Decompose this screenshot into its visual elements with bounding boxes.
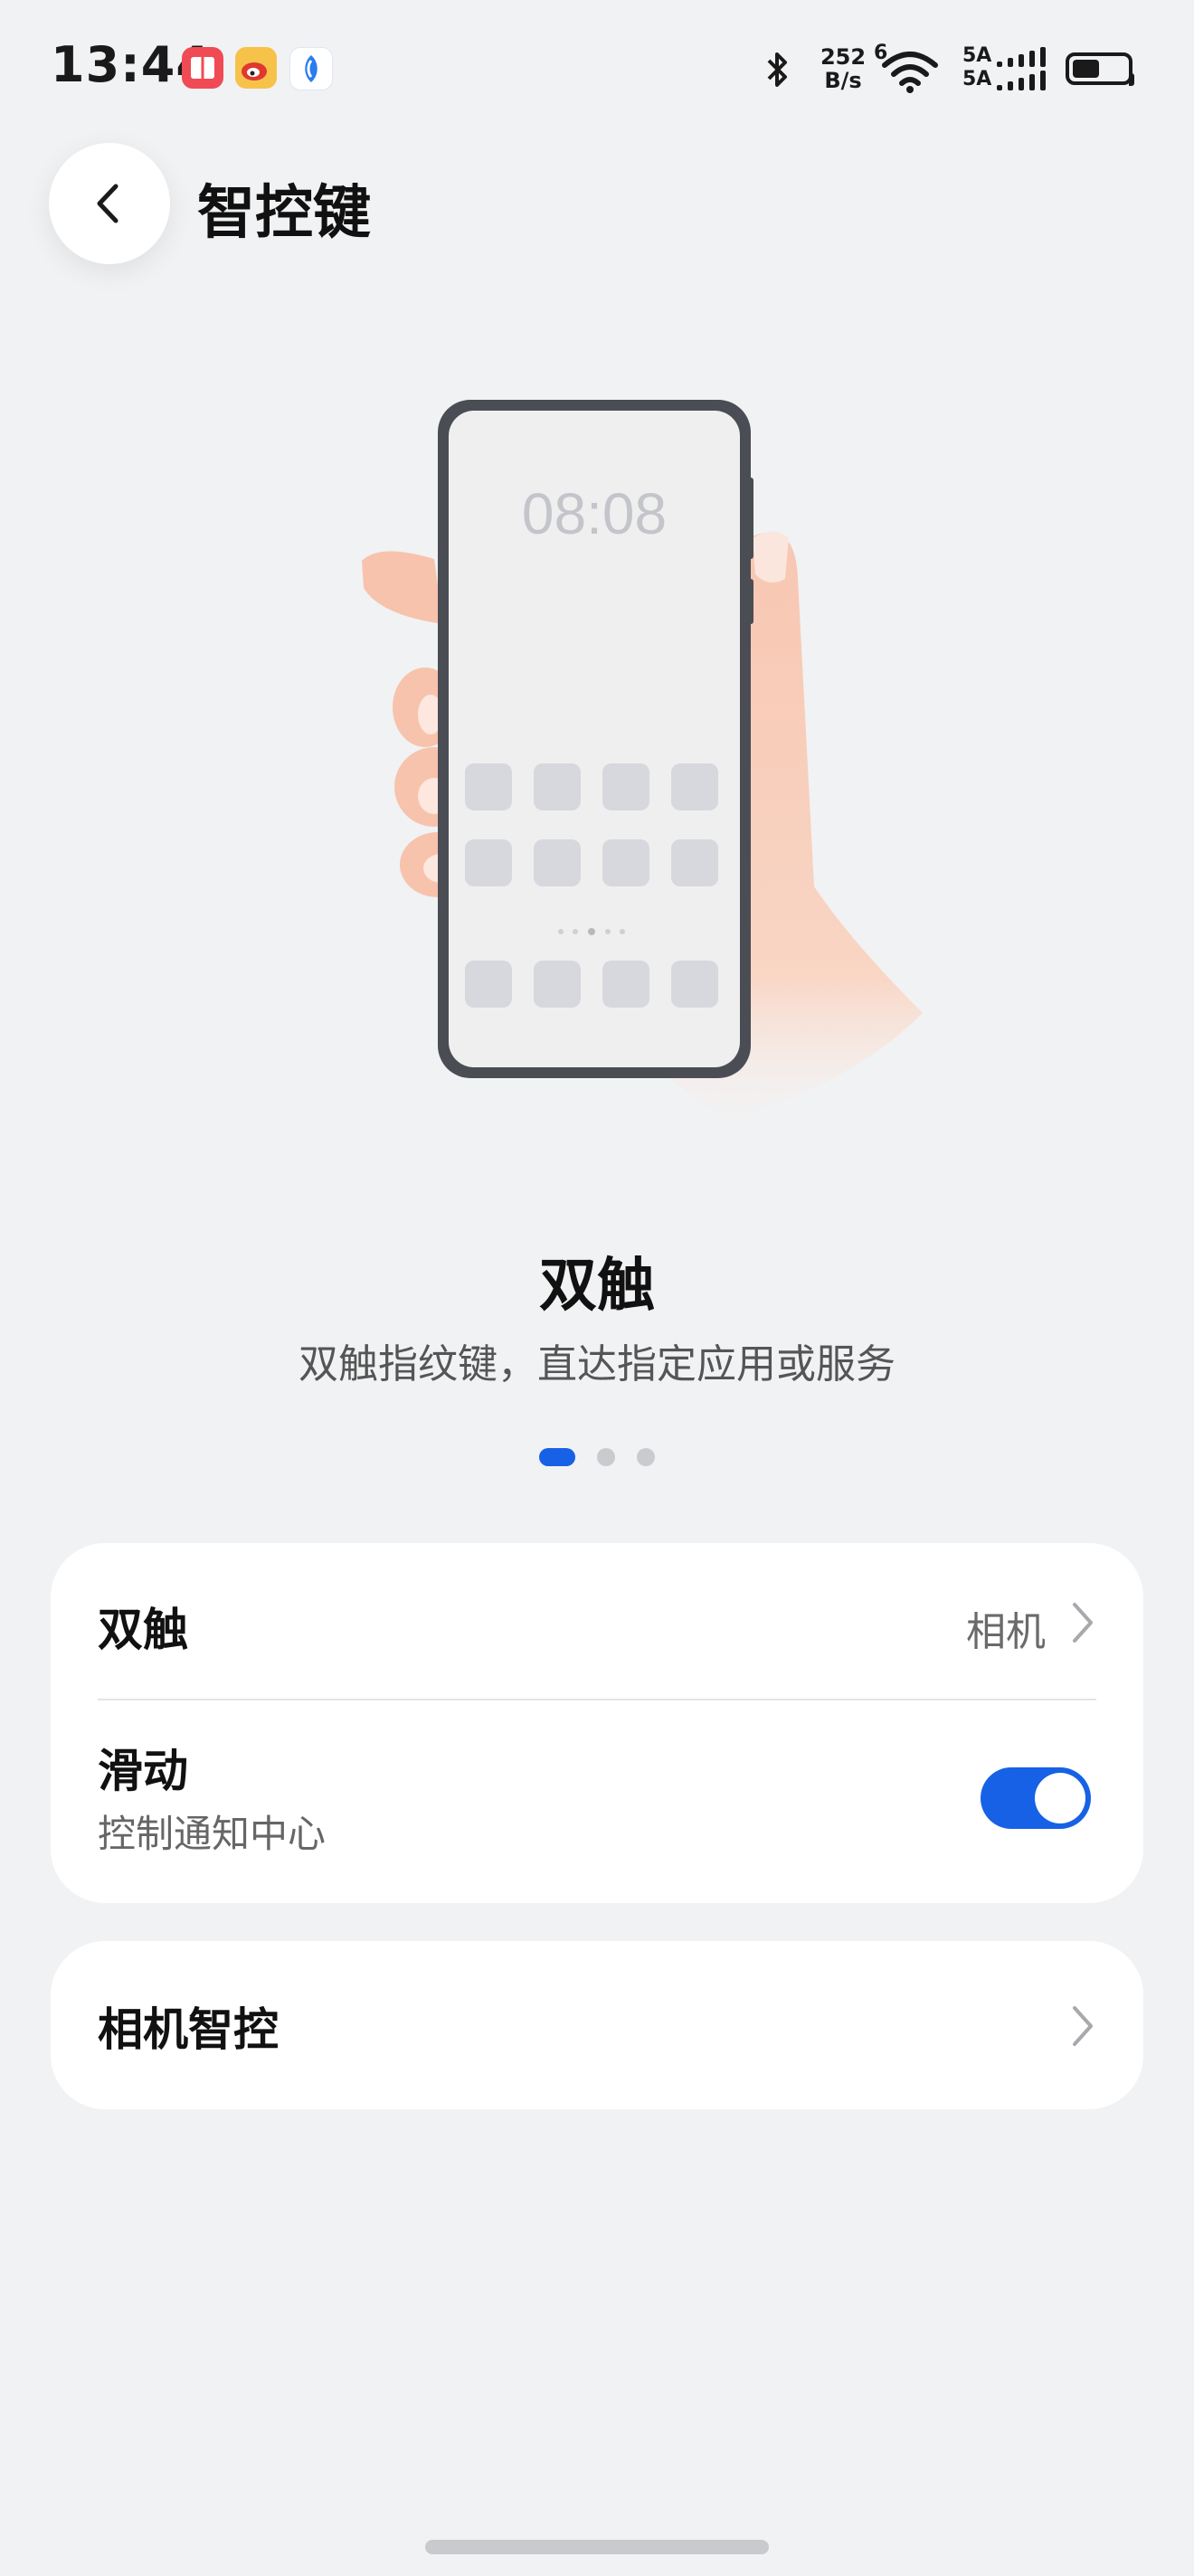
blue-app-icon — [289, 47, 333, 90]
page-title: 智控键 — [197, 180, 371, 247]
swipe-label: 滑动 — [98, 1745, 188, 1797]
feature-title: 双触 — [539, 1253, 655, 1320]
toggle-knob — [1035, 1773, 1085, 1823]
battery-level — [1073, 60, 1099, 78]
hand-holding-phone-illustration: 08:08 — [344, 380, 941, 1158]
camera-control-card[interactable]: 相机智控 — [51, 1941, 1143, 2109]
network-speed: 252 B/s — [820, 44, 867, 93]
wifi-badge: 6 — [874, 42, 888, 64]
home-indicator[interactable] — [425, 2540, 769, 2554]
page-dot[interactable] — [539, 1447, 575, 1466]
page-dot[interactable] — [597, 1447, 615, 1466]
phone-clock: 08:08 — [522, 481, 667, 546]
chevron-left-icon — [97, 184, 118, 223]
camera-control-label: 相机智控 — [98, 2003, 279, 2056]
weibo-icon — [235, 47, 277, 89]
battery-icon — [1066, 52, 1134, 86]
page-indicator[interactable] — [0, 1447, 1194, 1466]
swipe-row[interactable]: 滑动 控制通知中心 — [51, 1700, 1143, 1903]
chevron-right-icon — [1073, 1603, 1093, 1643]
chevron-right-icon — [1073, 2006, 1093, 2046]
bluetooth-icon — [767, 52, 787, 87]
swipe-sublabel: 控制通知中心 — [98, 1812, 327, 1856]
wifi-icon — [882, 52, 938, 93]
feature-description: 双触指纹键，直达指定应用或服务 — [298, 1341, 896, 1387]
page-dot[interactable] — [637, 1447, 655, 1466]
double-touch-row[interactable]: 双触 相机 — [51, 1543, 1143, 1699]
signal-bars-icon — [997, 47, 1046, 90]
double-touch-value: 相机 — [966, 1609, 1046, 1655]
back-button[interactable] — [49, 143, 170, 264]
double-touch-label: 双触 — [98, 1604, 188, 1656]
reading-app-icon — [182, 47, 223, 89]
status-bar: 13:44 252 B/s 6 5A 5A — [0, 0, 1194, 136]
swipe-toggle[interactable] — [981, 1767, 1091, 1829]
settings-card: 双触 相机 滑动 控制通知中心 — [51, 1543, 1143, 1903]
